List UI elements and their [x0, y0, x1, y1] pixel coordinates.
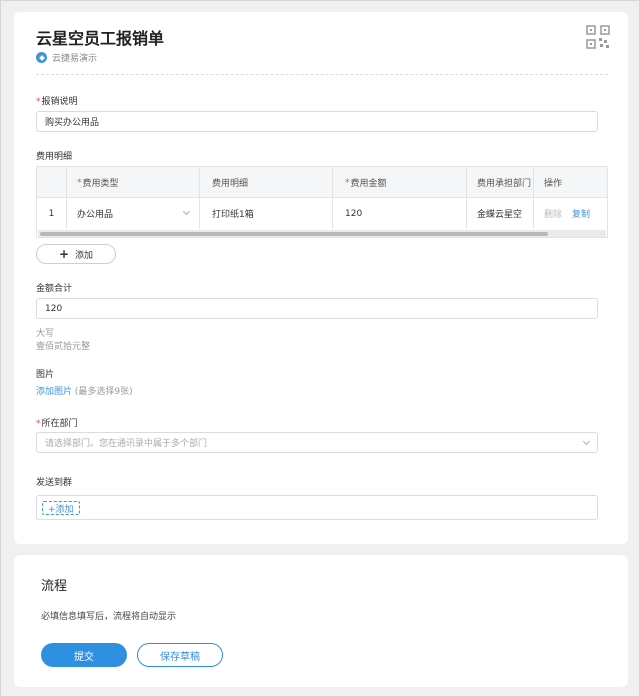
col-type: * 费用类型	[67, 167, 200, 198]
add-image-link[interactable]: 添加图片	[36, 387, 72, 397]
app-logo-icon	[36, 52, 47, 63]
department-label: *所在部门	[36, 419, 78, 429]
col-index	[37, 167, 67, 198]
form-title: 云星空员工报销单	[36, 29, 165, 48]
page-frame: 云星空员工报销单 云捷易演示 *报销说明 购买办公用品 费用明细 * 费用类型 …	[0, 0, 640, 697]
amount-input[interactable]: 120	[333, 198, 467, 229]
department-select[interactable]: 请选择部门。您在通讯录中属于多个部门	[36, 432, 598, 453]
col-dept: 费用承担部门	[467, 167, 534, 198]
reason-label: *报销说明	[36, 97, 78, 107]
plus-icon: +	[58, 247, 70, 261]
group-label: 发送到群	[36, 478, 73, 488]
header-divider	[36, 74, 608, 75]
expense-table: * 费用类型 费用明细 * 费用金额 费用承担部门 操作 1 办公用品 打印纸1箱 …	[36, 166, 608, 238]
delete-button[interactable]: 删除	[544, 207, 562, 220]
table-row: 1 办公用品 打印纸1箱 120 金蝶云星空 删除 复制	[37, 198, 607, 229]
row-index: 1	[37, 198, 67, 229]
horizontal-scrollbar[interactable]	[38, 230, 606, 237]
actions-cell: 删除 复制	[534, 198, 607, 229]
submit-button[interactable]: 提交	[41, 643, 127, 667]
col-amount: * 费用金额	[333, 167, 467, 198]
image-upload: 添加图片 (最多选择9张)	[36, 384, 133, 397]
table-header: * 费用类型 费用明细 * 费用金额 费用承担部门 操作	[37, 167, 607, 198]
type-select[interactable]: 办公用品	[67, 198, 200, 229]
add-row-button[interactable]: + 添加	[36, 244, 116, 264]
chevron-down-icon	[182, 207, 191, 216]
caps-label: 大写	[36, 329, 55, 339]
group-field: +添加	[36, 495, 598, 520]
add-group-button[interactable]: +添加	[42, 501, 80, 515]
chevron-down-icon	[582, 437, 591, 446]
source-label: 云捷易演示	[52, 54, 98, 64]
form-source: 云捷易演示	[36, 51, 97, 64]
qrcode-icon[interactable]	[586, 25, 610, 49]
details-label: 费用明细	[36, 152, 73, 162]
col-actions: 操作	[544, 179, 563, 189]
reason-input[interactable]: 购买办公用品	[36, 111, 598, 132]
flow-note: 必填信息填写后，流程将自动显示	[41, 612, 177, 622]
col-detail: 费用明细	[200, 167, 333, 198]
caps-value: 壹佰贰拾元整	[36, 342, 91, 352]
total-input: 120	[36, 298, 598, 319]
image-hint: (最多选择9张)	[74, 387, 133, 397]
form-card: 云星空员工报销单 云捷易演示 *报销说明 购买办公用品 费用明细 * 费用类型 …	[14, 12, 628, 544]
total-label: 金额合计	[36, 284, 73, 294]
scrollbar-thumb[interactable]	[40, 232, 548, 236]
copy-button[interactable]: 复制	[572, 207, 590, 220]
flow-card: 流程 必填信息填写后，流程将自动显示 提交 保存草稿	[14, 555, 628, 687]
detail-input[interactable]: 打印纸1箱	[200, 198, 333, 229]
flow-title: 流程	[41, 579, 68, 594]
dept-cell[interactable]: 金蝶云星空	[467, 198, 534, 229]
image-label: 图片	[36, 370, 55, 380]
save-draft-button[interactable]: 保存草稿	[137, 643, 223, 667]
